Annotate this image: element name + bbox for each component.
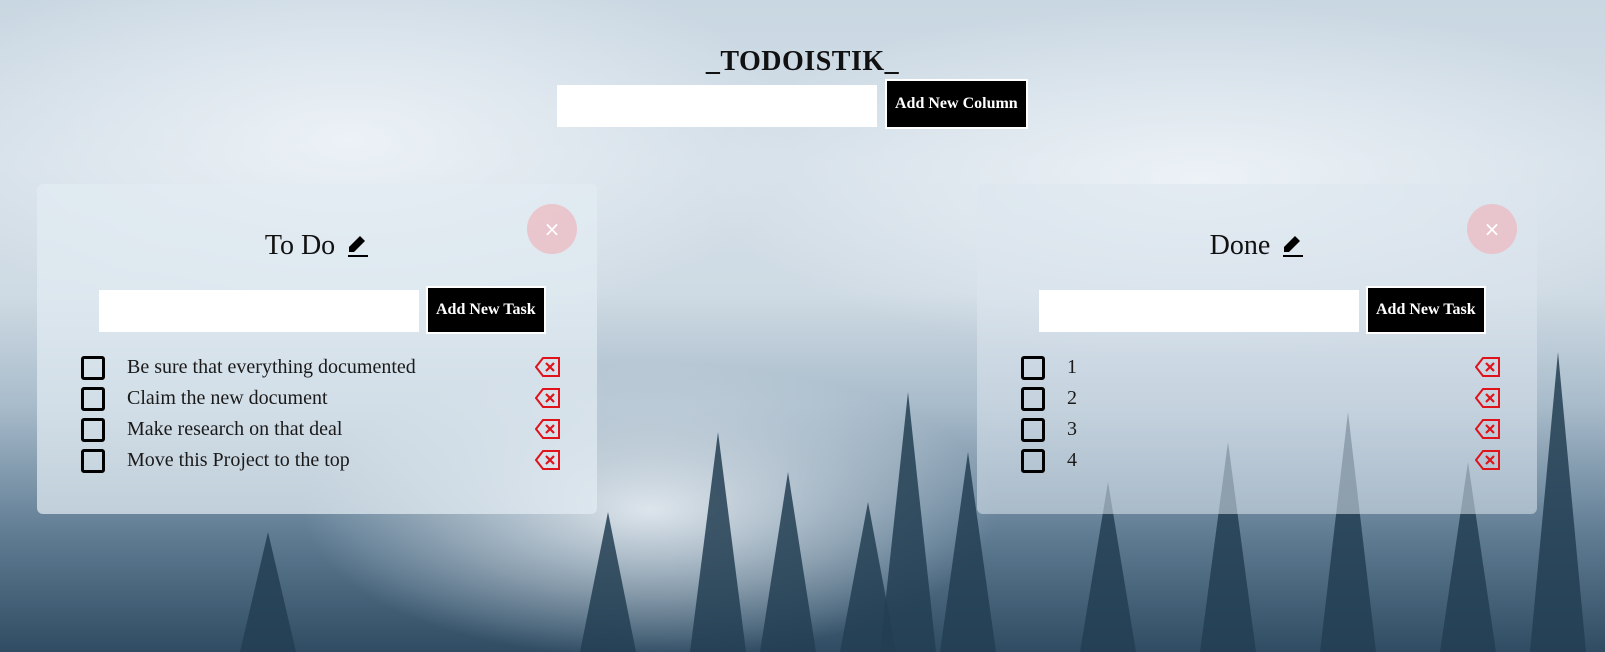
task-checkbox[interactable] xyxy=(81,448,105,473)
task-text: 2 xyxy=(1067,387,1077,409)
task-text: 4 xyxy=(1067,449,1077,471)
task-checkbox[interactable] xyxy=(81,417,105,442)
task-text: Be sure that everything documented xyxy=(127,356,416,378)
add-new-task-button[interactable]: Add New Task xyxy=(1366,286,1486,334)
backspace-x-icon[interactable] xyxy=(1475,418,1501,440)
new-column-form: Add New Column xyxy=(557,79,1028,129)
task-item: Make research on that deal xyxy=(81,414,561,445)
task-text: Claim the new document xyxy=(127,387,328,409)
app-title: _TODOISTIK_ xyxy=(705,46,900,77)
task-text: Move this Project to the top xyxy=(127,449,350,471)
task-text: Make research on that deal xyxy=(127,418,343,440)
task-checkbox[interactable] xyxy=(1021,448,1045,473)
backspace-x-icon[interactable] xyxy=(1475,356,1501,378)
column-header: Done xyxy=(977,230,1537,262)
task-item: Move this Project to the top xyxy=(81,445,561,476)
task-item: 3 xyxy=(1021,414,1501,445)
pencil-icon[interactable] xyxy=(1282,234,1304,258)
new-task-input[interactable] xyxy=(1039,290,1359,332)
task-checkbox[interactable] xyxy=(1021,355,1045,380)
task-item: Claim the new document xyxy=(81,383,561,414)
task-checkbox[interactable] xyxy=(81,355,105,380)
task-checkbox[interactable] xyxy=(1021,386,1045,411)
backspace-x-icon[interactable] xyxy=(535,449,561,471)
new-column-input[interactable] xyxy=(557,85,877,127)
backspace-x-icon[interactable] xyxy=(535,418,561,440)
backspace-x-icon[interactable] xyxy=(535,356,561,378)
task-item: 4 xyxy=(1021,445,1501,476)
add-new-task-button[interactable]: Add New Task xyxy=(426,286,546,334)
task-text: 1 xyxy=(1067,356,1077,378)
task-item: 1 xyxy=(1021,352,1501,383)
task-checkbox[interactable] xyxy=(81,386,105,411)
task-list: 1 2 3 4 xyxy=(1021,352,1501,476)
add-new-column-button[interactable]: Add New Column xyxy=(885,79,1028,129)
column-header: To Do xyxy=(37,230,597,262)
pencil-icon[interactable] xyxy=(347,234,369,258)
backspace-x-icon[interactable] xyxy=(1475,387,1501,409)
column-to-do: × To Do Add New Task Be sure that everyt… xyxy=(37,184,597,514)
column-title: Done xyxy=(1209,230,1271,261)
task-item: Be sure that everything documented xyxy=(81,352,561,383)
column-title: To Do xyxy=(264,230,336,261)
backspace-x-icon[interactable] xyxy=(535,387,561,409)
new-task-form: Add New Task xyxy=(1039,286,1486,334)
task-text: 3 xyxy=(1067,418,1077,440)
backspace-x-icon[interactable] xyxy=(1475,449,1501,471)
new-task-form: Add New Task xyxy=(99,286,546,334)
task-list: Be sure that everything documented Claim… xyxy=(81,352,561,476)
column-done: × Done Add New Task 1 2 3 4 xyxy=(977,184,1537,514)
task-checkbox[interactable] xyxy=(1021,417,1045,442)
task-item: 2 xyxy=(1021,383,1501,414)
new-task-input[interactable] xyxy=(99,290,419,332)
